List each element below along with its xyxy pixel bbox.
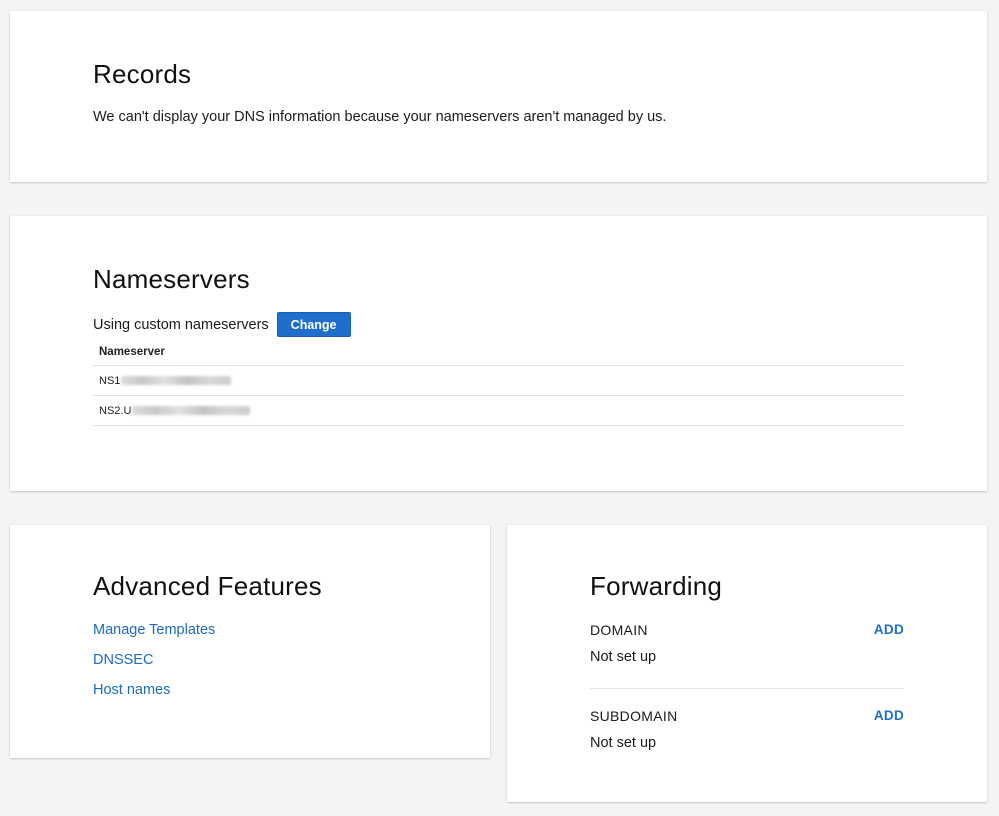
- forwarding-subdomain-section: SUBDOMAIN Not set up ADD: [590, 708, 904, 751]
- records-title: Records: [93, 59, 192, 89]
- add-subdomain-forwarding-button[interactable]: ADD: [874, 708, 904, 723]
- forwarding-card: Forwarding DOMAIN Not set up ADD SUBDOMA…: [507, 525, 987, 802]
- change-nameservers-button[interactable]: Change: [276, 312, 351, 337]
- domain-label: DOMAIN: [590, 622, 648, 638]
- nameserver-2-value: NS2.U: [99, 404, 132, 417]
- subdomain-status: Not set up: [590, 735, 657, 751]
- advanced-features-card: Advanced Features Manage Templates DNSSE…: [10, 525, 490, 758]
- subdomain-label: SUBDOMAIN: [590, 708, 678, 724]
- nameservers-title: Nameservers: [93, 264, 250, 294]
- table-row: NS1: [93, 366, 904, 396]
- domain-status: Not set up: [590, 649, 657, 665]
- redacted-text: [132, 406, 251, 415]
- host-names-link[interactable]: Host names: [93, 682, 215, 700]
- add-domain-forwarding-button[interactable]: ADD: [874, 622, 904, 637]
- custom-nameservers-text: Using custom nameservers: [93, 316, 269, 333]
- records-description: We can't display your DNS information be…: [93, 109, 667, 125]
- records-card: Records We can't display your DNS inform…: [10, 11, 987, 182]
- manage-templates-link[interactable]: Manage Templates: [93, 622, 215, 640]
- nameservers-status-row: Using custom nameservers Change: [93, 312, 351, 337]
- nameserver-column-header: Nameserver: [93, 340, 904, 366]
- divider: [590, 688, 904, 689]
- redacted-text: [121, 376, 232, 385]
- table-row: NS2.U: [93, 396, 904, 426]
- nameserver-1-value: NS1: [99, 374, 121, 387]
- dnssec-link[interactable]: DNSSEC: [93, 652, 215, 670]
- forwarding-domain-section: DOMAIN Not set up ADD: [590, 622, 904, 665]
- nameserver-table: Nameserver NS1 NS2.U: [93, 340, 904, 426]
- forwarding-title: Forwarding: [590, 571, 723, 601]
- advanced-features-links: Manage Templates DNSSEC Host names: [93, 622, 215, 712]
- nameservers-card: Nameservers Using custom nameservers Cha…: [10, 216, 987, 491]
- advanced-features-title: Advanced Features: [93, 571, 322, 601]
